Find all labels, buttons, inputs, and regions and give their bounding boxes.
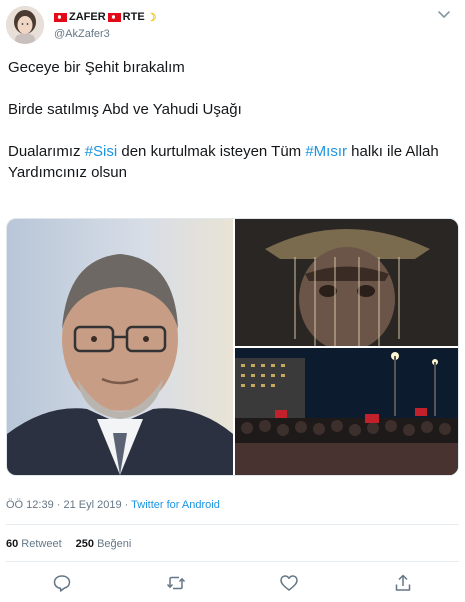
divider	[6, 524, 459, 525]
display-name-suffix: RTE	[122, 11, 145, 23]
tweet-text-segment: den kurtulmak isteyen Tüm	[117, 143, 306, 160]
retweet-count: 60	[6, 538, 19, 550]
photo-crowd[interactable]	[235, 348, 458, 475]
meta-separator: ·	[121, 499, 132, 511]
retweet-icon[interactable]	[166, 573, 186, 593]
action-bar	[0, 573, 465, 593]
like-count: 250	[75, 538, 95, 550]
media-grid	[6, 218, 459, 476]
tweet-text-segment: Dualarımız	[8, 143, 85, 160]
retweet-label: Retweet	[18, 538, 62, 550]
turkey-flag-icon	[107, 12, 121, 22]
hashtag-link[interactable]: #Mısır	[305, 143, 347, 160]
like-stat[interactable]: 250 Beğeni	[76, 538, 132, 550]
tweet-stats: 60 Retweet 250 Beğeni	[6, 538, 131, 550]
like-label: Beğeni	[94, 538, 132, 550]
tweet-timestamp: ÖÖ 12:39 · 21 Eyl 2019 · Twitter for And…	[6, 499, 220, 511]
avatar[interactable]	[6, 6, 44, 44]
photo-artwork[interactable]	[235, 219, 458, 346]
tweet-date[interactable]: 21 Eyl 2019	[63, 499, 121, 511]
retweet-stat[interactable]: 60 Retweet	[6, 538, 62, 550]
crescent-moon-icon: ☽	[146, 11, 157, 24]
user-handle[interactable]: @AkZafer3	[54, 28, 110, 40]
photo-portrait[interactable]	[7, 219, 233, 475]
tweet-time: ÖÖ 12:39	[6, 499, 54, 511]
tweet-text: Geceye bir Şehit bırakalım Birde satılmı…	[8, 57, 458, 183]
tweet-line: Dualarımız #Sisi den kurtulmak isteyen T…	[8, 141, 458, 183]
hashtag-link[interactable]: #Sisi	[85, 143, 118, 160]
tweet-source[interactable]: Twitter for Android	[131, 499, 220, 511]
turkey-flag-icon	[54, 12, 67, 22]
tweet-line: Geceye bir Şehit bırakalım	[8, 59, 185, 76]
heart-icon[interactable]	[279, 573, 299, 593]
divider	[6, 561, 459, 562]
chevron-down-icon[interactable]	[437, 10, 451, 20]
share-icon[interactable]	[393, 573, 413, 593]
reply-icon[interactable]	[52, 573, 72, 593]
display-name[interactable]: ZAFER RTE ☽	[54, 10, 157, 24]
display-name-text: ZAFER	[69, 11, 106, 23]
tweet-line: Birde satılmış Abd ve Yahudi Uşağı	[8, 101, 242, 118]
